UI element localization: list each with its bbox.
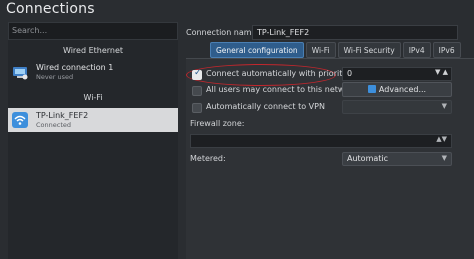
connection-editor: Connection name: TP-Link_FEF2 General co… <box>186 22 474 259</box>
tab-bar: General configuration Wi-Fi Wi-Fi Securi… <box>210 42 461 58</box>
spin-arrows-icon: ▲▼ <box>436 135 447 143</box>
auto-vpn-row[interactable]: Automatically connect to VPN <box>192 101 342 115</box>
section-header-wired: Wired Ethernet <box>62 46 124 55</box>
metered-select[interactable]: Automatic ▼ <box>342 152 452 166</box>
tab-ipv6[interactable]: IPv6 <box>432 42 461 58</box>
connection-name: TP-Link_FEF2 <box>36 111 89 120</box>
metered-label: Metered: <box>190 154 226 163</box>
user-icon <box>367 85 376 93</box>
all-users-label: All users may connect to this network <box>206 85 358 94</box>
chevron-down-icon: ▼ <box>441 154 447 162</box>
tab-wifi[interactable]: Wi-Fi <box>305 42 336 58</box>
advanced-button[interactable]: Advanced... <box>342 82 452 97</box>
metered-value: Automatic <box>347 154 389 163</box>
auto-vpn-label: Automatically connect to VPN <box>206 102 325 111</box>
checkmark-icon: ✓ <box>194 68 202 78</box>
section-header-wifi: Wi-Fi <box>83 93 103 102</box>
chevron-down-icon: ▼ <box>441 102 447 110</box>
advanced-button-label: Advanced... <box>378 85 427 94</box>
connections-list-panel: Search... Wired Ethernet Wired connectio… <box>8 22 178 259</box>
connection-status: Never used <box>36 73 74 81</box>
connection-status: Connected <box>36 121 72 129</box>
auto-vpn-checkbox[interactable] <box>192 103 202 113</box>
priority-value: 0 <box>347 69 353 78</box>
all-users-row[interactable]: All users may connect to this network <box>192 84 357 98</box>
search-input[interactable]: Search... <box>8 22 178 40</box>
connection-name-label: Connection name: <box>186 28 260 37</box>
all-users-checkbox[interactable] <box>192 86 202 96</box>
firewall-zone-input[interactable]: ▲▼ <box>190 134 452 148</box>
ethernet-icon <box>12 64 28 80</box>
connection-name-input[interactable]: TP-Link_FEF2 <box>252 25 458 40</box>
tab-general-configuration[interactable]: General configuration <box>210 42 304 58</box>
window-title: Connections <box>6 1 95 17</box>
auto-connect-checkbox[interactable]: ✓ <box>192 68 202 80</box>
connection-name: Wired connection 1 <box>36 63 114 72</box>
wifi-icon <box>12 112 28 128</box>
tab-ipv4[interactable]: IPv4 <box>402 42 431 58</box>
connection-item-wifi[interactable]: TP-Link_FEF2 Connected <box>8 108 178 132</box>
priority-spinbox[interactable]: 0 ▼ ▲ <box>342 67 452 81</box>
spin-arrows-icon[interactable]: ▼ ▲ <box>435 68 448 76</box>
auto-connect-label: Connect automatically with priority <box>206 69 348 78</box>
firewall-zone-label: Firewall zone: <box>190 119 245 128</box>
general-configuration-panel: ✓ Connect automatically with priority 0 … <box>186 58 474 259</box>
vpn-select[interactable]: ▼ <box>342 100 452 114</box>
connection-item-wired[interactable]: Wired connection 1 Never used <box>8 60 178 84</box>
auto-connect-row[interactable]: ✓ Connect automatically with priority <box>192 68 347 82</box>
tab-wifi-security[interactable]: Wi-Fi Security <box>337 42 401 58</box>
